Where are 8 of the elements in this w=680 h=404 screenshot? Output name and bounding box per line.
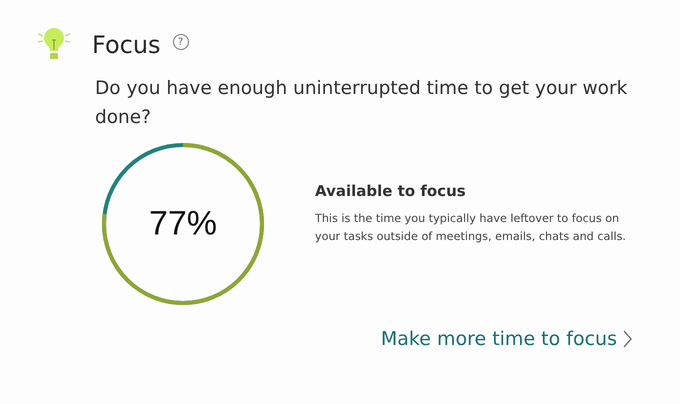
detail-heading: Available to focus	[315, 182, 467, 200]
help-icon[interactable]: ?	[172, 34, 189, 50]
percentage-value: 77%	[148, 204, 218, 244]
chevron-icon	[623, 330, 632, 348]
question-text: Do you have enough uninterrupted time to get your work done?	[95, 77, 628, 130]
section-title: Focus	[92, 31, 161, 59]
focus-link[interactable]: Make more time to focus	[380, 328, 632, 350]
detail-text: This is the time you typically have leftover to focus on your tasks outside of meetings, emails, chats and calls.	[315, 211, 627, 245]
